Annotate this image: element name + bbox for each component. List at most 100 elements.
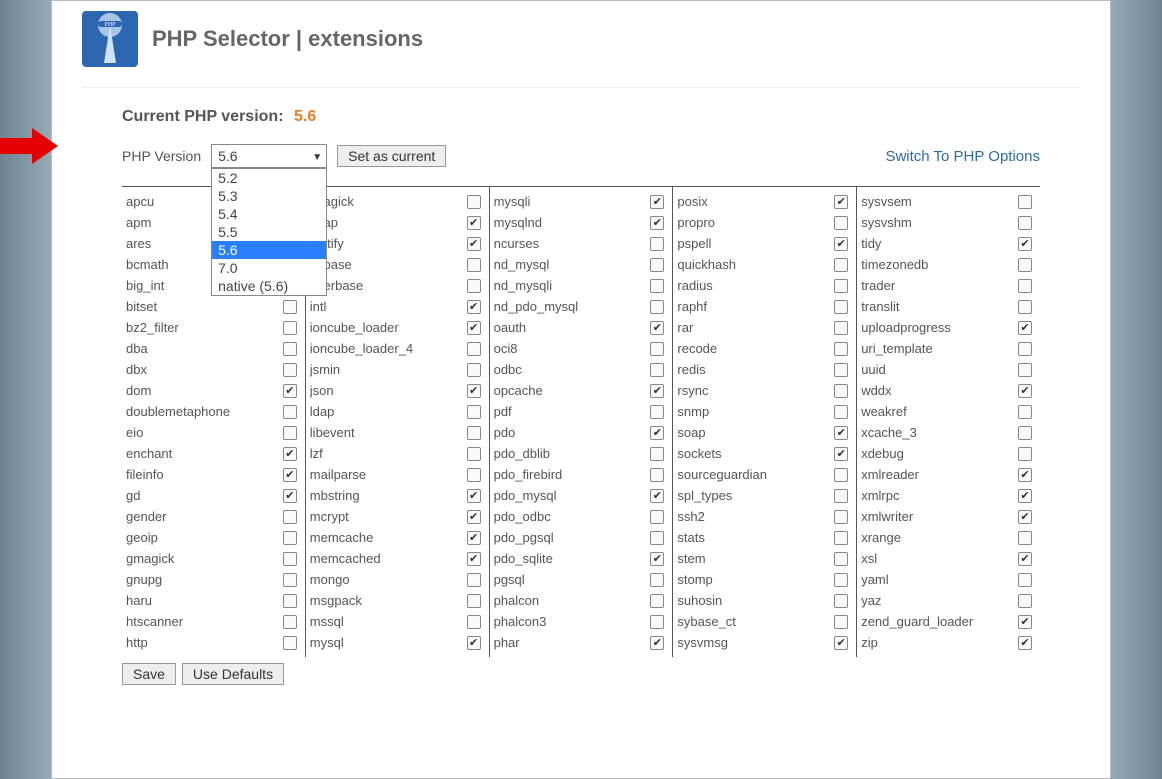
extension-checkbox[interactable] xyxy=(283,426,297,440)
extension-checkbox[interactable] xyxy=(834,510,848,524)
extension-checkbox[interactable] xyxy=(283,594,297,608)
extension-checkbox[interactable] xyxy=(1018,531,1032,545)
extension-checkbox[interactable] xyxy=(467,531,481,545)
extension-checkbox[interactable] xyxy=(1018,573,1032,587)
extension-checkbox[interactable] xyxy=(834,552,848,566)
extension-checkbox[interactable] xyxy=(1018,258,1032,272)
extension-checkbox[interactable] xyxy=(467,510,481,524)
extension-checkbox[interactable] xyxy=(467,552,481,566)
extension-checkbox[interactable] xyxy=(650,342,664,356)
php-version-option[interactable]: native (5.6) xyxy=(212,277,326,295)
extension-checkbox[interactable] xyxy=(650,531,664,545)
extension-checkbox[interactable] xyxy=(1018,510,1032,524)
extension-checkbox[interactable] xyxy=(834,573,848,587)
extension-checkbox[interactable] xyxy=(467,279,481,293)
extension-checkbox[interactable] xyxy=(834,300,848,314)
extension-checkbox[interactable] xyxy=(650,615,664,629)
extension-checkbox[interactable] xyxy=(834,258,848,272)
extension-checkbox[interactable] xyxy=(467,426,481,440)
extension-checkbox[interactable] xyxy=(283,384,297,398)
extension-checkbox[interactable] xyxy=(467,258,481,272)
extension-checkbox[interactable] xyxy=(283,573,297,587)
extension-checkbox[interactable] xyxy=(1018,384,1032,398)
extension-checkbox[interactable] xyxy=(1018,279,1032,293)
extension-checkbox[interactable] xyxy=(283,489,297,503)
extension-checkbox[interactable] xyxy=(650,300,664,314)
extension-checkbox[interactable] xyxy=(650,510,664,524)
extension-checkbox[interactable] xyxy=(467,573,481,587)
extension-checkbox[interactable] xyxy=(834,279,848,293)
extension-checkbox[interactable] xyxy=(1018,342,1032,356)
save-button[interactable]: Save xyxy=(122,663,176,685)
extension-checkbox[interactable] xyxy=(1018,615,1032,629)
extension-checkbox[interactable] xyxy=(650,405,664,419)
extension-checkbox[interactable] xyxy=(834,363,848,377)
php-version-selected[interactable]: 5.6 xyxy=(211,144,327,168)
extension-checkbox[interactable] xyxy=(1018,447,1032,461)
php-version-option[interactable]: 5.2 xyxy=(212,169,326,187)
extension-checkbox[interactable] xyxy=(283,636,297,650)
extension-checkbox[interactable] xyxy=(1018,426,1032,440)
extension-checkbox[interactable] xyxy=(467,321,481,335)
extension-checkbox[interactable] xyxy=(467,615,481,629)
extension-checkbox[interactable] xyxy=(650,636,664,650)
extension-checkbox[interactable] xyxy=(834,195,848,209)
extension-checkbox[interactable] xyxy=(467,342,481,356)
extension-checkbox[interactable] xyxy=(650,321,664,335)
extension-checkbox[interactable] xyxy=(834,594,848,608)
extension-checkbox[interactable] xyxy=(834,426,848,440)
extension-checkbox[interactable] xyxy=(283,363,297,377)
extension-checkbox[interactable] xyxy=(467,216,481,230)
extension-checkbox[interactable] xyxy=(650,594,664,608)
extension-checkbox[interactable] xyxy=(467,195,481,209)
extension-checkbox[interactable] xyxy=(1018,636,1032,650)
extension-checkbox[interactable] xyxy=(467,237,481,251)
extension-checkbox[interactable] xyxy=(467,363,481,377)
php-version-option[interactable]: 5.5 xyxy=(212,223,326,241)
extension-checkbox[interactable] xyxy=(1018,363,1032,377)
extension-checkbox[interactable] xyxy=(1018,489,1032,503)
extension-checkbox[interactable] xyxy=(467,636,481,650)
extension-checkbox[interactable] xyxy=(283,342,297,356)
extension-checkbox[interactable] xyxy=(650,195,664,209)
extension-checkbox[interactable] xyxy=(650,237,664,251)
extension-checkbox[interactable] xyxy=(283,405,297,419)
extension-checkbox[interactable] xyxy=(834,489,848,503)
extension-checkbox[interactable] xyxy=(1018,552,1032,566)
extension-checkbox[interactable] xyxy=(650,363,664,377)
extension-checkbox[interactable] xyxy=(650,468,664,482)
extension-checkbox[interactable] xyxy=(650,279,664,293)
extension-checkbox[interactable] xyxy=(650,216,664,230)
extension-checkbox[interactable] xyxy=(834,321,848,335)
extension-checkbox[interactable] xyxy=(1018,468,1032,482)
extension-checkbox[interactable] xyxy=(834,405,848,419)
extension-checkbox[interactable] xyxy=(283,615,297,629)
extension-checkbox[interactable] xyxy=(283,552,297,566)
extension-checkbox[interactable] xyxy=(834,615,848,629)
extension-checkbox[interactable] xyxy=(650,384,664,398)
extension-checkbox[interactable] xyxy=(1018,216,1032,230)
extension-checkbox[interactable] xyxy=(834,636,848,650)
php-version-option[interactable]: 5.4 xyxy=(212,205,326,223)
use-defaults-button[interactable]: Use Defaults xyxy=(182,663,284,685)
extension-checkbox[interactable] xyxy=(467,384,481,398)
extension-checkbox[interactable] xyxy=(467,468,481,482)
extension-checkbox[interactable] xyxy=(467,447,481,461)
extension-checkbox[interactable] xyxy=(1018,300,1032,314)
php-version-option[interactable]: 7.0 xyxy=(212,259,326,277)
php-version-dropdown[interactable]: 5.25.35.45.55.67.0native (5.6) xyxy=(211,168,327,296)
extension-checkbox[interactable] xyxy=(650,447,664,461)
php-version-option[interactable]: 5.3 xyxy=(212,187,326,205)
switch-to-php-options-link[interactable]: Switch To PHP Options xyxy=(885,148,1040,165)
extension-checkbox[interactable] xyxy=(834,384,848,398)
extension-checkbox[interactable] xyxy=(834,531,848,545)
extension-checkbox[interactable] xyxy=(834,342,848,356)
extension-checkbox[interactable] xyxy=(283,447,297,461)
extension-checkbox[interactable] xyxy=(650,489,664,503)
extension-checkbox[interactable] xyxy=(283,300,297,314)
extension-checkbox[interactable] xyxy=(650,573,664,587)
extension-checkbox[interactable] xyxy=(283,321,297,335)
extension-checkbox[interactable] xyxy=(283,510,297,524)
extension-checkbox[interactable] xyxy=(467,489,481,503)
set-as-current-button[interactable]: Set as current xyxy=(337,145,446,167)
